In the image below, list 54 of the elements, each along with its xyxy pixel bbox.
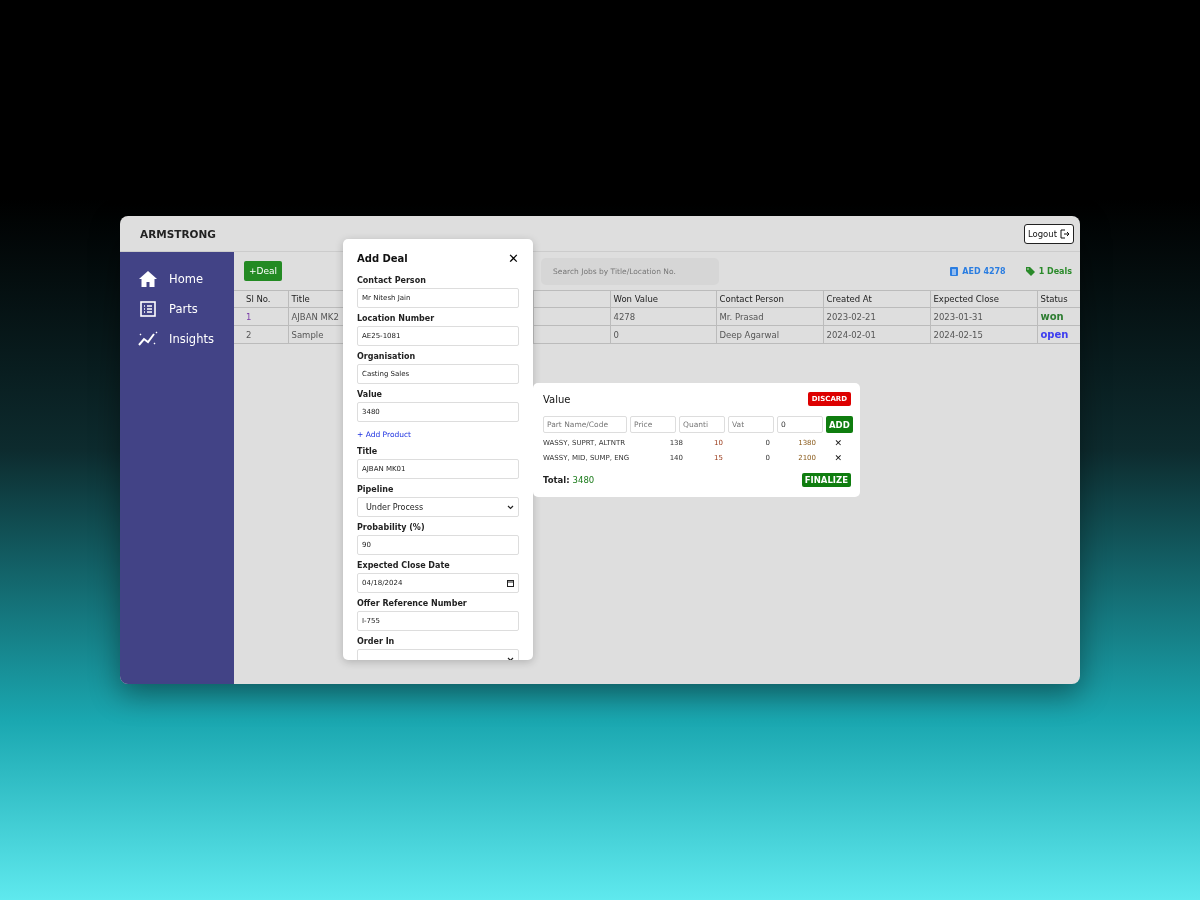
calendar-icon <box>507 579 514 587</box>
status-text: won <box>1037 307 1080 326</box>
panel-title: Value <box>543 393 571 405</box>
close-button[interactable]: ✕ <box>508 251 519 266</box>
table-cell: 1 <box>234 307 288 326</box>
field-label: Probability (%) <box>357 523 426 532</box>
finalize-button[interactable]: FINALIZE <box>801 473 851 487</box>
field-label: Location Number <box>357 314 436 323</box>
logout-button[interactable]: Logout <box>1023 223 1074 244</box>
table-cell: Deep Agarwal <box>716 325 823 344</box>
dropdown[interactable]: Under Process <box>357 497 519 517</box>
field-label: Value <box>357 390 383 399</box>
field-label: Pipeline <box>357 485 395 494</box>
document-icon <box>950 266 959 276</box>
remove-button[interactable]: ✕ <box>816 438 842 448</box>
home-icon <box>139 271 157 287</box>
field-label: Title <box>357 447 379 456</box>
sidebar-item[interactable]: Parts <box>120 294 234 324</box>
total-text: Total: 3480 <box>543 475 595 485</box>
remove-button[interactable]: ✕ <box>816 453 842 463</box>
field-label: Expected Close Date <box>357 561 451 570</box>
column-header: Contact Person <box>716 290 823 308</box>
list-icon <box>140 301 156 317</box>
table-cell: 2024-02-15 <box>930 325 1037 344</box>
table-cell: 4278 <box>610 307 716 326</box>
table-cell: Mr. Prasad <box>716 307 823 326</box>
app-title: ARMSTRONG <box>140 227 216 240</box>
status-text: open <box>1037 325 1080 344</box>
table-cell: 2024-02-01 <box>823 325 930 344</box>
column-header: Status <box>1037 290 1080 308</box>
table-cell: 0 <box>610 325 716 344</box>
chevron-down-icon <box>507 656 514 660</box>
field-label: Order In <box>357 637 396 646</box>
table-cell: 2 <box>234 325 288 344</box>
total-value: AED 4278 <box>962 266 1006 276</box>
column-header: Sl No. <box>234 290 288 308</box>
tag-icon <box>1025 266 1035 276</box>
sidebar-item[interactable]: Home <box>120 264 234 294</box>
logout-icon <box>1060 228 1070 239</box>
trend-icon <box>138 331 158 347</box>
dialog-title: Add Deal <box>357 253 408 264</box>
field-label: Organisation <box>357 352 417 361</box>
add-deal-button[interactable]: +Deal <box>244 261 283 281</box>
column-header: Expected Close <box>930 290 1037 308</box>
table-cell: 2023-02-21 <box>823 307 930 326</box>
deal-count: 1 Deals <box>1038 266 1072 276</box>
field-label: Contact Person <box>357 276 427 285</box>
column-header: Created At <box>823 290 930 308</box>
field-label: Offer Reference Number <box>357 599 468 608</box>
add-button[interactable]: ADD <box>826 416 853 433</box>
table-cell: 2023-01-31 <box>930 307 1037 326</box>
chevron-down-icon <box>507 504 514 510</box>
column-header: Won Value <box>610 290 716 308</box>
sidebar-item[interactable]: Insights <box>120 324 234 354</box>
